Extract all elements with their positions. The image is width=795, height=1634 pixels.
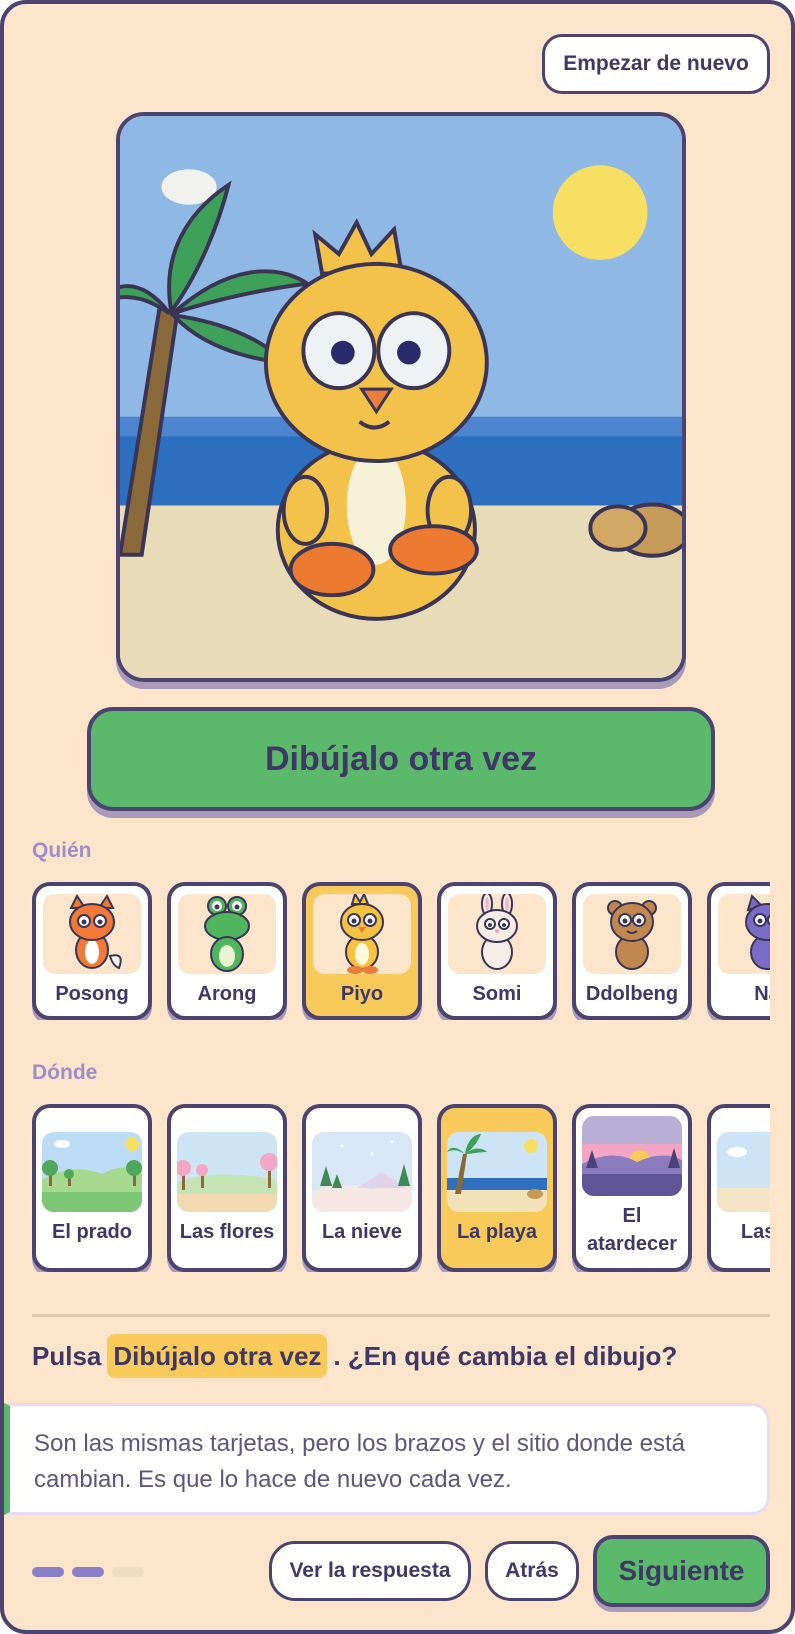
back-button[interactable]: Atrás <box>485 1541 579 1601</box>
progress-dots <box>32 1567 144 1577</box>
character-strip[interactable]: Posong Arong Piyo Somi Ddolbeng N <box>32 882 770 1020</box>
card-label: Na <box>754 983 770 1005</box>
meadow-icon <box>42 1132 142 1212</box>
character-card-somi[interactable]: Somi <box>437 882 557 1020</box>
next-button[interactable]: Siguiente <box>593 1535 770 1607</box>
who-section-label: Quién <box>32 839 92 862</box>
flowers-icon <box>177 1132 277 1212</box>
character-card-arong[interactable]: Arong <box>167 882 287 1020</box>
place-card-meadow[interactable]: El prado <box>32 1104 152 1272</box>
card-label: Las n <box>740 1221 770 1243</box>
card-label: Piyo <box>340 983 384 1005</box>
progress-dot <box>72 1567 104 1577</box>
clouds-icon <box>717 1132 770 1212</box>
character-card-posong[interactable]: Posong <box>32 882 152 1020</box>
chick-icon <box>313 894 411 974</box>
progress-dot <box>112 1567 144 1577</box>
answer-box: Son las mismas tarjetas, pero los brazos… <box>4 1403 770 1515</box>
question-suffix: . ¿En qué cambia el dibujo? <box>333 1341 678 1371</box>
card-label: Ddolbeng <box>585 983 679 1005</box>
question-highlight: Dibújalo otra vez <box>107 1334 328 1378</box>
card-label: La playa <box>456 1221 538 1243</box>
question-prefix: Pulsa <box>32 1341 102 1371</box>
place-card-sunset[interactable]: El atardecer <box>572 1104 692 1272</box>
place-strip[interactable]: El prado Las flores La nieve La playa El… <box>32 1104 770 1272</box>
bear-icon <box>583 894 681 974</box>
beach-icon <box>447 1132 547 1212</box>
card-label: El atardecer <box>586 1205 678 1255</box>
divider <box>32 1314 770 1317</box>
character-card-na[interactable]: Na <box>707 882 770 1020</box>
snow-icon <box>312 1132 412 1212</box>
progress-dot <box>32 1567 64 1577</box>
place-card-flowers[interactable]: Las flores <box>167 1104 287 1272</box>
card-label: Posong <box>55 983 129 1005</box>
place-card-beach[interactable]: La playa <box>437 1104 557 1272</box>
sunset-icon <box>582 1116 682 1196</box>
card-label: El prado <box>51 1221 132 1243</box>
rabbit-icon <box>448 894 546 974</box>
redraw-button[interactable]: Dibújalo otra vez <box>87 707 715 811</box>
restart-button[interactable]: Empezar de nuevo <box>542 34 770 94</box>
place-card-snow[interactable]: La nieve <box>302 1104 422 1272</box>
app-frame: Empezar de nuevo Dibújalo otra vez Quién… <box>0 0 795 1634</box>
card-label: Somi <box>472 983 522 1005</box>
character-card-ddolbeng[interactable]: Ddolbeng <box>572 882 692 1020</box>
chick-on-beach-drawing <box>120 116 682 678</box>
card-label: Las flores <box>179 1221 275 1243</box>
card-label: Arong <box>197 983 257 1005</box>
where-section-label: Dónde <box>32 1061 98 1084</box>
place-card-clouds[interactable]: Las n <box>707 1104 770 1272</box>
fox-icon <box>43 894 141 974</box>
card-label: La nieve <box>321 1221 403 1243</box>
frog-icon <box>178 894 276 974</box>
question-text: Pulsa Dibújalo otra vez . ¿En qué cambia… <box>32 1334 772 1378</box>
character-card-piyo[interactable]: Piyo <box>302 882 422 1020</box>
drawing-canvas <box>116 112 686 682</box>
show-answer-button[interactable]: Ver la respuesta <box>269 1541 471 1601</box>
cat-icon <box>718 894 770 974</box>
